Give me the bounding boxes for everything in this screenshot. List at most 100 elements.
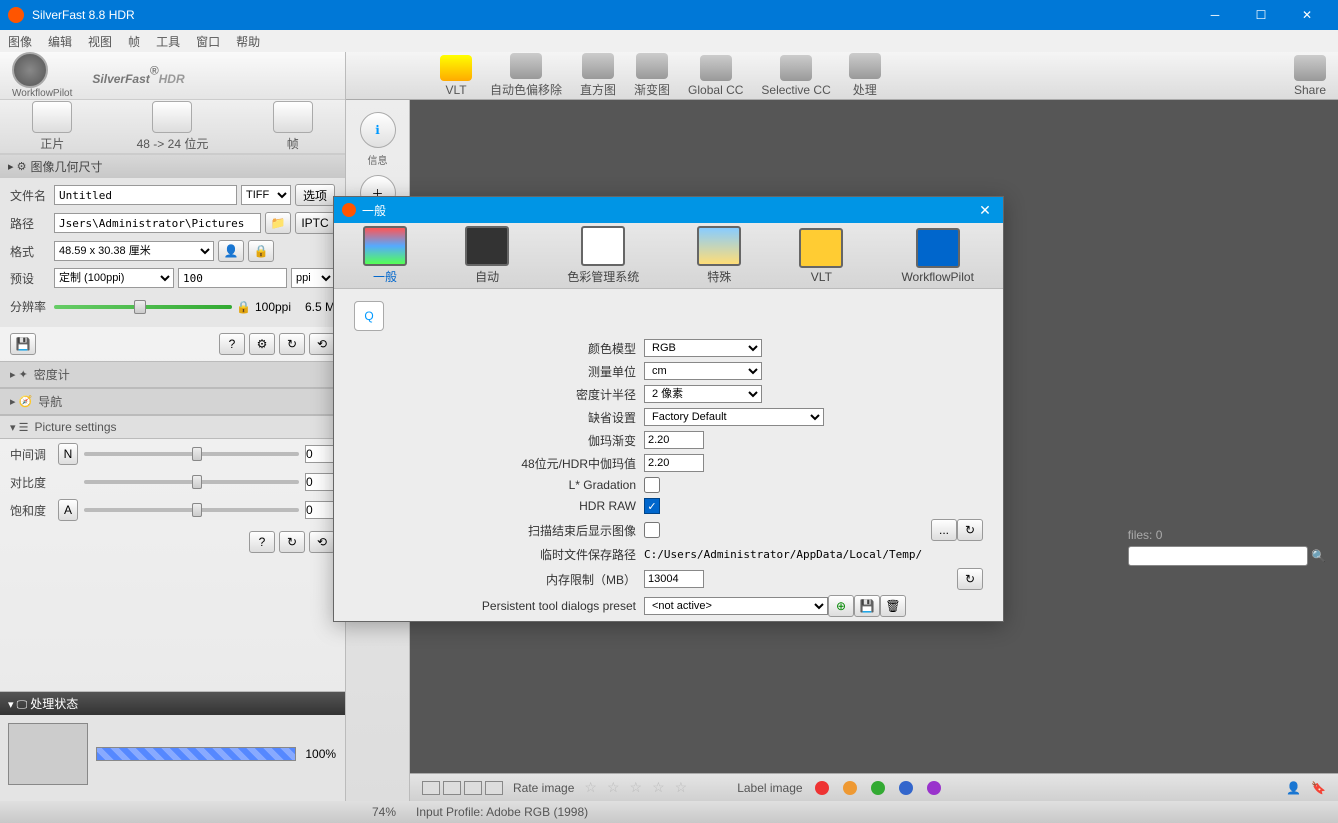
refresh2-button[interactable]: ↻ [279, 531, 305, 553]
star-4[interactable]: ☆ [652, 779, 665, 796]
view-single-icon[interactable] [485, 781, 503, 795]
star-1[interactable]: ☆ [584, 779, 597, 796]
star-2[interactable]: ☆ [607, 779, 620, 796]
process-header[interactable]: ▾ 🖵 处理状态 [0, 692, 345, 715]
lock-icon[interactable]: 🔒 [236, 300, 251, 314]
mode-48to24[interactable]: 48 -> 24 位元 [137, 101, 209, 152]
persist-add[interactable]: ⊕ [828, 595, 854, 617]
help-button[interactable]: ? [219, 333, 245, 355]
path-input[interactable] [54, 213, 261, 233]
label-purple[interactable] [927, 781, 941, 795]
workflowpilot-icon[interactable] [12, 52, 48, 88]
tab-auto[interactable]: 自动 [465, 226, 509, 285]
quicktime-icon[interactable]: Q [354, 301, 384, 331]
label-red[interactable] [815, 781, 829, 795]
refresh-button[interactable]: ↻ [279, 333, 305, 355]
tool-vlt[interactable]: VLT [440, 55, 472, 97]
label-blue[interactable] [899, 781, 913, 795]
menu-frame[interactable]: 帧 [128, 33, 140, 50]
bookmark-icon[interactable]: 🔖 [1311, 781, 1326, 795]
section-navigator[interactable]: ▸ 🧭 导航 [0, 388, 345, 415]
persist-save[interactable]: 💾 [854, 595, 880, 617]
preset-num[interactable] [178, 268, 287, 288]
geom-header[interactable]: ▸ ⚙ 图像几何尺寸 [0, 155, 345, 178]
help2-button[interactable]: ? [249, 531, 275, 553]
reset-showafter[interactable]: ↻ [957, 519, 983, 541]
menu-help[interactable]: 帮助 [236, 33, 260, 50]
tool-autocolor[interactable]: 自动色偏移除 [490, 53, 562, 98]
reset-memlimit[interactable]: ↻ [957, 568, 983, 590]
dialog-titlebar[interactable]: 一般 ✕ [334, 197, 1003, 223]
tool-histogram[interactable]: 直方图 [580, 53, 616, 98]
user-icon[interactable]: 👤 [1286, 781, 1301, 795]
search-icon[interactable]: 🔍 [1311, 549, 1326, 563]
chk-lgrad[interactable] [644, 477, 660, 493]
iptc-button[interactable]: IPTC [295, 212, 335, 234]
saturation-slider[interactable] [84, 508, 299, 512]
browse-showafter[interactable]: ... [931, 519, 957, 541]
folder-button[interactable]: 📁 [265, 212, 291, 234]
gear-button[interactable]: ⚙ [249, 333, 275, 355]
midtone-value[interactable] [305, 445, 335, 463]
view-list-icon[interactable] [443, 781, 461, 795]
maximize-button[interactable]: ☐ [1238, 0, 1284, 30]
menu-window[interactable]: 窗口 [196, 33, 220, 50]
label-orange[interactable] [843, 781, 857, 795]
reset-button[interactable]: ⟲ [309, 333, 335, 355]
view-grid-icon[interactable] [422, 781, 440, 795]
mode-positive[interactable]: 正片 [32, 101, 72, 152]
reset2-button[interactable]: ⟲ [309, 531, 335, 553]
star-3[interactable]: ☆ [630, 779, 643, 796]
sel-colormodel[interactable]: RGB [644, 339, 762, 357]
tool-globalcc[interactable]: Global CC [688, 55, 743, 97]
saturation-a-button[interactable]: A [58, 499, 78, 521]
tool-selectivecc[interactable]: Selective CC [761, 55, 830, 97]
saturation-value[interactable] [305, 501, 335, 519]
menu-view[interactable]: 视图 [88, 33, 112, 50]
resolution-slider[interactable] [54, 305, 232, 309]
sel-persist[interactable]: <not active> [644, 597, 828, 615]
tool-gradient[interactable]: 渐变图 [634, 53, 670, 98]
contrast-value[interactable] [305, 473, 335, 491]
chk-showafter[interactable] [644, 522, 660, 538]
close-button[interactable]: ✕ [1284, 0, 1330, 30]
section-picture-settings[interactable]: ▾ ☰ Picture settings [0, 415, 345, 439]
search-input[interactable] [1128, 546, 1308, 566]
tab-cms[interactable]: 色彩管理系统 [567, 226, 639, 285]
section-densitometer[interactable]: ▸ ✦ 密度计 [0, 361, 345, 388]
info-tool[interactable]: ℹ [360, 112, 396, 148]
view-detail-icon[interactable] [464, 781, 482, 795]
filename-input[interactable] [54, 185, 237, 205]
preset-unit[interactable]: ppi [291, 268, 335, 288]
menu-edit[interactable]: 编辑 [48, 33, 72, 50]
inp-gamma[interactable] [644, 431, 704, 449]
tool-process[interactable]: 处理 [849, 53, 881, 98]
sel-defaults[interactable]: Factory Default [644, 408, 824, 426]
dialog-close-button[interactable]: ✕ [975, 202, 995, 219]
mode-frame[interactable]: 帧 [273, 101, 313, 152]
tab-general[interactable]: 一般 [363, 226, 407, 285]
preset-select[interactable]: 定制 (100ppi) [54, 268, 174, 288]
sel-densradius[interactable]: 2 像素 [644, 385, 762, 403]
dimensions-select[interactable]: 48.59 x 30.38 厘米 [54, 241, 214, 261]
tab-vlt[interactable]: VLT [799, 228, 843, 284]
star-5[interactable]: ☆ [675, 779, 688, 796]
persist-delete[interactable]: 🗑 [880, 595, 906, 617]
sel-unit[interactable]: cm [644, 362, 762, 380]
midtone-slider[interactable] [84, 452, 299, 456]
menu-tools[interactable]: 工具 [156, 33, 180, 50]
lock-aspect-button[interactable]: 🔒 [248, 240, 274, 262]
tab-workflowpilot[interactable]: WorkflowPilot [901, 228, 973, 284]
inp-gamma48[interactable] [644, 454, 704, 472]
inp-memlimit[interactable] [644, 570, 704, 588]
tool-share[interactable]: Share [1294, 55, 1326, 97]
chk-hdrraw[interactable]: ✓ [644, 498, 660, 514]
minimize-button[interactable]: ─ [1192, 0, 1238, 30]
menu-image[interactable]: 图像 [8, 33, 32, 50]
format-select[interactable]: TIFF [241, 185, 291, 205]
label-green[interactable] [871, 781, 885, 795]
options-button[interactable]: 选项 [295, 184, 335, 206]
midtone-n-button[interactable]: N [58, 443, 78, 465]
save-icon-button[interactable]: 💾 [10, 333, 36, 355]
tab-special[interactable]: 特殊 [697, 226, 741, 285]
